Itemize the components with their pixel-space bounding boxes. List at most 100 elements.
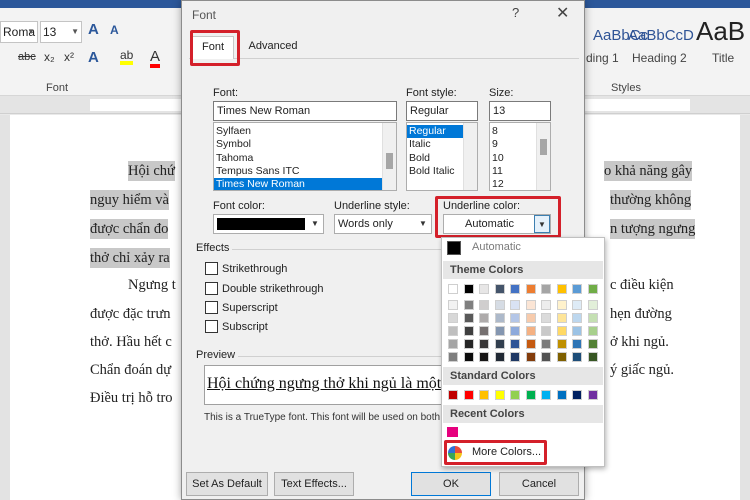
font-list-item[interactable]: Sylfaen (214, 125, 396, 138)
font-style-list[interactable]: Regular Italic Bold Bold Italic (406, 122, 478, 191)
font-name-box[interactable]: Roma ▼ (0, 21, 38, 43)
theme-color-swatch[interactable] (510, 352, 520, 362)
font-list-item[interactable]: Tahoma (214, 152, 396, 165)
theme-color-swatch[interactable] (587, 352, 598, 362)
theme-color-swatch[interactable] (448, 352, 458, 362)
theme-color-swatch[interactable] (572, 284, 582, 294)
theme-color-swatch[interactable] (479, 339, 489, 349)
font-size-box[interactable]: 13 ▼ (40, 21, 82, 43)
theme-color-swatch[interactable] (525, 300, 536, 310)
theme-color-swatch[interactable] (479, 326, 489, 336)
chevron-down-icon[interactable]: ▼ (415, 215, 431, 233)
theme-color-swatch[interactable] (463, 313, 474, 323)
theme-color-swatch[interactable] (479, 300, 489, 310)
theme-color-swatch[interactable] (510, 313, 520, 323)
theme-color-swatch[interactable] (494, 339, 505, 349)
theme-color-swatch[interactable] (448, 326, 458, 336)
size-list-scrollbar[interactable] (536, 123, 550, 190)
theme-color-swatch[interactable] (556, 326, 567, 336)
standard-color-swatch[interactable] (525, 390, 536, 400)
text-effects-button[interactable]: Text Effects... (274, 472, 354, 496)
standard-color-swatch[interactable] (587, 390, 598, 400)
theme-color-swatch[interactable] (448, 300, 458, 310)
shrink-font-icon[interactable]: A (110, 24, 119, 36)
superscript-checkbox[interactable] (205, 301, 218, 314)
superscript-icon[interactable]: x² (64, 51, 74, 63)
theme-color-swatch[interactable] (525, 352, 536, 362)
subscript-icon[interactable]: x₂ (44, 51, 55, 63)
font-name-input[interactable]: Times New Roman (213, 101, 397, 121)
theme-color-swatch[interactable] (448, 313, 458, 323)
theme-color-swatch[interactable] (587, 313, 598, 323)
theme-color-swatch[interactable] (525, 284, 536, 294)
font-style-item-selected[interactable]: Regular (407, 125, 463, 139)
subscript-checkbox[interactable] (205, 320, 218, 333)
standard-color-swatch[interactable] (494, 390, 505, 400)
standard-color-swatch[interactable] (448, 390, 458, 400)
font-list-item-selected[interactable]: Times New Roman (214, 178, 382, 190)
scroll-thumb[interactable] (540, 139, 547, 155)
theme-color-swatch[interactable] (572, 339, 582, 349)
theme-color-swatch[interactable] (525, 339, 536, 349)
theme-color-swatch[interactable] (463, 339, 474, 349)
standard-color-swatch[interactable] (510, 390, 520, 400)
theme-color-swatch[interactable] (572, 313, 582, 323)
theme-color-swatch[interactable] (525, 326, 536, 336)
font-list-item[interactable]: Tempus Sans ITC (214, 165, 396, 178)
theme-color-swatch[interactable] (572, 300, 582, 310)
size-list[interactable]: 8 9 10 11 12 (489, 122, 551, 191)
theme-color-swatch[interactable] (494, 300, 505, 310)
close-icon[interactable]: ✕ (556, 3, 569, 23)
theme-color-swatch[interactable] (556, 284, 567, 294)
standard-color-swatch[interactable] (541, 390, 551, 400)
font-style-scrollbar[interactable] (463, 123, 477, 190)
theme-color-swatch[interactable] (494, 313, 505, 323)
standard-color-swatch[interactable] (479, 390, 489, 400)
theme-color-swatch[interactable] (510, 339, 520, 349)
automatic-option[interactable]: Automatic (442, 238, 604, 258)
grow-font-icon[interactable]: A (88, 22, 99, 37)
theme-color-swatch[interactable] (510, 284, 520, 294)
size-input[interactable]: 13 (489, 101, 551, 121)
theme-color-swatch[interactable] (572, 352, 582, 362)
theme-color-swatch[interactable] (541, 339, 551, 349)
theme-color-swatch[interactable] (494, 326, 505, 336)
theme-color-swatch[interactable] (556, 339, 567, 349)
theme-color-swatch[interactable] (510, 326, 520, 336)
highlight-icon[interactable]: ab (120, 49, 134, 65)
font-list[interactable]: Sylfaen Symbol Tahoma Tempus Sans ITC Ti… (213, 122, 397, 191)
text-effects-icon[interactable]: A (88, 50, 99, 65)
theme-color-swatch[interactable] (587, 284, 598, 294)
set-as-default-button[interactable]: Set As Default (186, 472, 268, 496)
chevron-down-icon[interactable]: ▼ (71, 22, 79, 42)
theme-color-swatch[interactable] (463, 326, 474, 336)
theme-color-swatch[interactable] (463, 352, 474, 362)
font-color-dropdown[interactable]: ▼ (213, 214, 324, 234)
theme-color-swatch[interactable] (479, 352, 489, 362)
strikethrough-icon[interactable]: abc (18, 52, 36, 63)
theme-color-swatch[interactable] (463, 284, 474, 294)
font-color-icon[interactable]: A (150, 49, 161, 68)
chevron-down-icon[interactable]: ▼ (307, 215, 323, 233)
theme-color-swatch[interactable] (587, 326, 598, 336)
theme-color-swatch[interactable] (525, 313, 536, 323)
ok-button[interactable]: OK (411, 472, 491, 496)
standard-color-swatch[interactable] (463, 390, 474, 400)
theme-color-swatch[interactable] (587, 339, 598, 349)
more-colors-button[interactable]: More Colors... (446, 443, 598, 463)
theme-color-swatch[interactable] (448, 284, 458, 294)
theme-color-swatch[interactable] (510, 300, 520, 310)
theme-color-swatch[interactable] (494, 284, 505, 294)
strikethrough-checkbox[interactable] (205, 262, 218, 275)
theme-color-swatch[interactable] (556, 313, 567, 323)
font-style-input[interactable]: Regular (406, 101, 478, 121)
standard-color-swatch[interactable] (556, 390, 567, 400)
cancel-button[interactable]: Cancel (499, 472, 579, 496)
theme-color-swatch[interactable] (479, 313, 489, 323)
double-strikethrough-checkbox[interactable] (205, 282, 218, 295)
scroll-thumb[interactable] (386, 153, 393, 169)
theme-color-swatch[interactable] (494, 352, 505, 362)
chevron-down-icon[interactable]: ▼ (27, 22, 35, 42)
font-list-scrollbar[interactable] (382, 123, 396, 190)
tab-font[interactable]: Font (192, 36, 234, 59)
